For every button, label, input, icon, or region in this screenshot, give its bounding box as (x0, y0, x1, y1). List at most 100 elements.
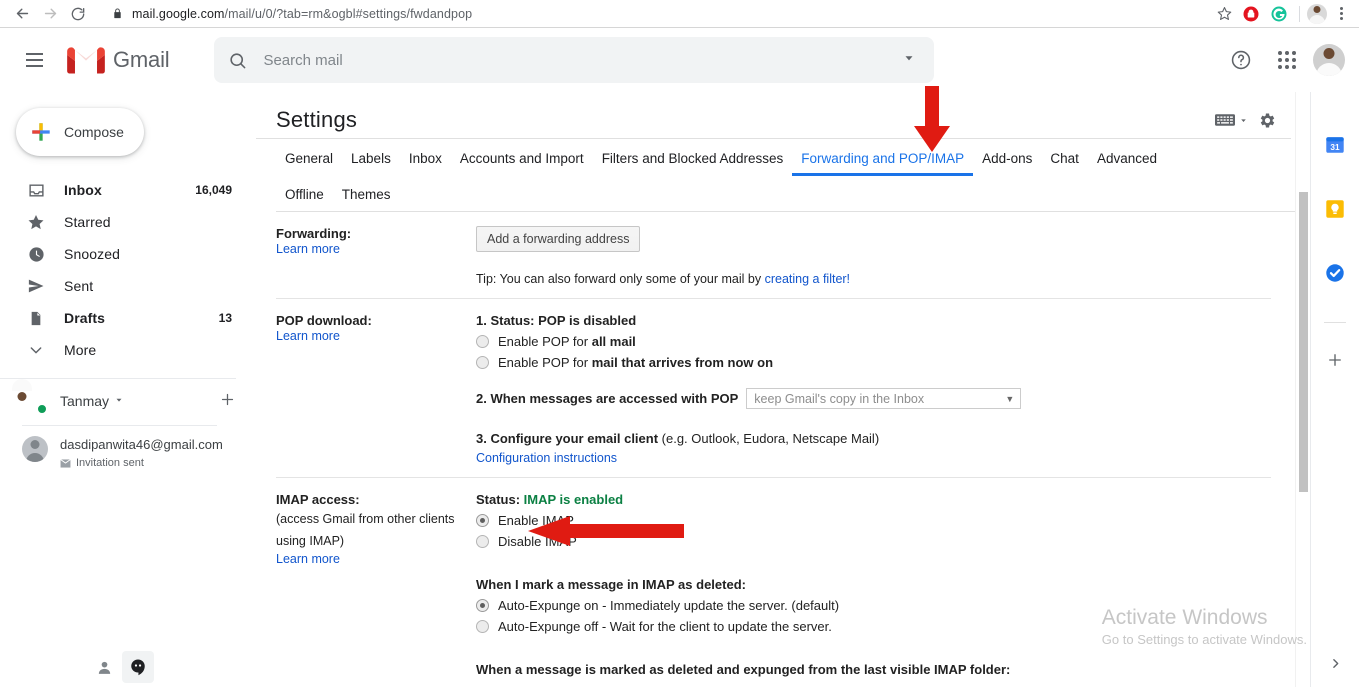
pop-enable-all-mail-option[interactable]: Enable POP for all mail (476, 334, 1291, 349)
imap-body: Status: IMAP is enabled Enable IMAP Disa… (476, 492, 1291, 677)
auto-expunge-off-label: Auto-Expunge off - Wait for the client t… (498, 619, 832, 634)
disable-imap-option[interactable]: Disable IMAP (476, 534, 1291, 549)
grammarly-extension-button[interactable] (1266, 1, 1292, 27)
radio-button[interactable] (476, 599, 489, 612)
search-input[interactable] (261, 50, 899, 70)
sidebar-item-drafts[interactable]: Drafts 13 (0, 302, 246, 334)
configuration-instructions-link[interactable]: Configuration instructions (476, 451, 617, 465)
google-apps-button[interactable] (1267, 40, 1307, 80)
google-tasks-button[interactable] (1320, 258, 1350, 288)
pop-learn-more-link[interactable]: Learn more (276, 329, 340, 343)
sidebar-divider-2 (22, 425, 217, 426)
input-tools-keyboard-icon (1215, 114, 1235, 126)
pop-label-col: POP download: Learn more (276, 313, 476, 465)
sidebar-item-starred[interactable]: Starred (0, 206, 246, 238)
contacts-button[interactable] (88, 651, 120, 683)
contact-list-item[interactable]: dasdipanwita46@gmail.com Invitation sent (0, 436, 256, 469)
help-question-icon (1231, 50, 1251, 70)
google-keep-button[interactable] (1320, 194, 1350, 224)
enable-imap-option[interactable]: Enable IMAP (476, 513, 1291, 528)
calendar-day-number: 31 (1330, 143, 1340, 152)
imap-status-row: Status: IMAP is enabled (476, 492, 1291, 507)
imap-deleted-heading: When I mark a message in IMAP as deleted… (476, 577, 746, 592)
expand-side-panel-button[interactable] (1321, 649, 1349, 677)
add-forwarding-address-button[interactable]: Add a forwarding address (476, 226, 641, 252)
search-bar[interactable] (214, 37, 935, 83)
sidebar-item-snoozed[interactable]: Snoozed (0, 238, 246, 270)
forwarding-tip-text: Tip: You can also forward only some of y… (476, 272, 765, 286)
toolbar-divider (1299, 5, 1300, 22)
url-domain: mail.google.com (132, 6, 225, 21)
back-button[interactable] (8, 0, 36, 28)
tab-advanced[interactable]: Advanced (1088, 139, 1166, 175)
sidebar-item-count: 16,049 (195, 183, 232, 197)
bookmark-star-button[interactable] (1214, 4, 1234, 24)
tab-inbox[interactable]: Inbox (400, 139, 451, 175)
radio-button[interactable] (476, 620, 489, 633)
forward-arrow-icon (44, 8, 56, 19)
chrome-profile-avatar[interactable] (1307, 3, 1327, 24)
add-account-plus-icon[interactable] (219, 391, 236, 412)
radio-button[interactable] (476, 535, 489, 548)
chevron-down-icon[interactable] (114, 395, 124, 407)
google-calendar-button[interactable]: 31 (1320, 130, 1350, 160)
browser-toolbar: mail.google.com/mail/u/0/?tab=rm&ogbl#se… (0, 0, 1359, 28)
add-addon-button[interactable] (1320, 347, 1350, 377)
tab-general[interactable]: General (276, 139, 342, 175)
google-calendar-icon: 31 (1326, 137, 1344, 153)
gmail-logo[interactable]: Gmail (67, 46, 170, 75)
main-menu-button[interactable] (12, 38, 56, 82)
tab-offline[interactable]: Offline (276, 175, 333, 211)
hamburger-menu-icon (25, 53, 43, 55)
hangouts-account-row[interactable]: Tanmay (0, 381, 256, 421)
forward-button[interactable] (36, 0, 64, 28)
pop-access-select-value: keep Gmail's copy in the Inbox (754, 391, 925, 406)
account-name: Tanmay (60, 393, 110, 409)
sidebar-item-more[interactable]: More (0, 334, 246, 366)
sidebar-item-inbox[interactable]: Inbox 16,049 (0, 174, 246, 206)
imap-learn-more-link[interactable]: Learn more (276, 552, 340, 566)
settings-gear-button[interactable] (1258, 111, 1277, 130)
sidebar-item-label: Drafts (64, 310, 106, 326)
gmail-brand-text: Gmail (113, 47, 170, 72)
pop-access-select[interactable]: keep Gmail's copy in the Inbox ▼ (746, 388, 1022, 409)
chrome-menu-button[interactable] (1329, 7, 1353, 20)
star-icon (26, 213, 46, 231)
sidebar-item-sent[interactable]: Sent (0, 270, 246, 302)
tab-forwarding-and-pop-imap[interactable]: Forwarding and POP/IMAP (792, 139, 973, 176)
url-text: mail.google.com/mail/u/0/?tab=rm&ogbl#se… (132, 7, 472, 21)
tab-themes[interactable]: Themes (333, 175, 400, 211)
sidebar-item-label: Sent (64, 278, 94, 294)
main-scrollbar-thumb[interactable] (1299, 192, 1308, 492)
pop-step3-detail: (e.g. Outlook, Eudora, Netscape Mail) (658, 431, 880, 446)
forwarding-tip: Tip: You can also forward only some of y… (476, 272, 1291, 286)
input-tools-button[interactable] (1215, 113, 1248, 127)
help-button[interactable] (1221, 40, 1261, 80)
radio-button[interactable] (476, 356, 489, 369)
account-avatar[interactable] (1313, 44, 1345, 76)
auto-expunge-on-option[interactable]: Auto-Expunge on - Immediately update the… (476, 598, 1291, 613)
contact-status-text: Invitation sent (76, 457, 144, 469)
pop-enable-from-now-on-option[interactable]: Enable POP for mail that arrives from no… (476, 355, 1291, 370)
search-options-button[interactable] (898, 51, 920, 70)
creating-a-filter-link[interactable]: creating a filter! (765, 272, 850, 286)
address-bar[interactable]: mail.google.com/mail/u/0/?tab=rm&ogbl#se… (102, 1, 1238, 26)
hangouts-button[interactable] (122, 651, 154, 683)
pop-option-text: Enable POP for all mail (498, 334, 636, 349)
forwarding-learn-more-link[interactable]: Learn more (276, 242, 340, 256)
inbox-icon (26, 182, 46, 199)
adblock-extension-button[interactable] (1238, 1, 1264, 27)
tab-filters-and-blocked-addresses[interactable]: Filters and Blocked Addresses (593, 139, 793, 175)
radio-button[interactable] (476, 514, 489, 527)
compose-button[interactable]: Compose (16, 108, 144, 156)
tab-labels[interactable]: Labels (342, 139, 400, 175)
tab-chat[interactable]: Chat (1041, 139, 1088, 175)
imap-label-col: IMAP access: (access Gmail from other cl… (276, 492, 476, 677)
browser-extensions (1238, 1, 1359, 27)
main-scrollbar-track[interactable] (1295, 92, 1310, 687)
auto-expunge-off-option[interactable]: Auto-Expunge off - Wait for the client t… (476, 619, 1291, 634)
tab-add-ons[interactable]: Add-ons (973, 139, 1041, 175)
radio-button[interactable] (476, 335, 489, 348)
reload-button[interactable] (64, 0, 92, 28)
tab-accounts-and-import[interactable]: Accounts and Import (451, 139, 593, 175)
